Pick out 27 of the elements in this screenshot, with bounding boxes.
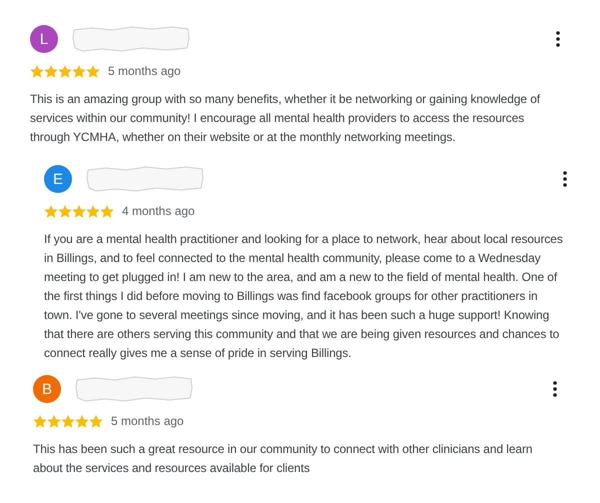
star-icon <box>89 414 103 428</box>
star-icon <box>33 414 47 428</box>
review-time: 5 months ago <box>111 414 184 428</box>
avatar: B <box>33 375 61 403</box>
star-icon <box>47 414 61 428</box>
star-icon <box>61 414 75 428</box>
star-icon <box>75 414 89 428</box>
avatar: E <box>44 165 72 193</box>
star-icon <box>86 204 100 218</box>
star-icon <box>72 204 86 218</box>
review-text: This has been such a great resource in our community to connect with other clinicians and learn about the services and resources available for clients <box>33 441 534 477</box>
avatar: L <box>30 25 58 53</box>
star-icon <box>44 204 58 218</box>
star-icon <box>44 64 58 78</box>
star-icon <box>86 64 100 78</box>
more-options-icon[interactable] <box>563 171 567 187</box>
review-text: This is an amazing group with so many benefits, whether it be networking or gaining knowledge of services within our community! I encourage all mental health providers to access the resources through YCMHA, whether on their website or at the monthly networking meetings. <box>30 91 542 146</box>
star-icon <box>30 64 44 78</box>
star-icon <box>58 64 72 78</box>
star-icon <box>72 64 86 78</box>
review-time: 4 months ago <box>122 204 195 218</box>
star-icon <box>58 204 72 218</box>
more-options-icon[interactable] <box>556 31 560 47</box>
more-options-icon[interactable] <box>553 381 557 397</box>
review-text: If you are a mental health practitioner and looking for a place to network, hear about local resources in Billings, and to feel connected to the mental health community, please come to a Wednesday meeting to get plugged in! I am new to the area, and am a new to the field of mental health. One of the first things I did before moving to Billings was find facebook groups for other practitioners in town. I've gone to several meetings since moving, and it has been such a huge support! Knowing that there are others serving this community and that we are being given resources and chances to connect really gives me a sense of pride in serving Billings. <box>44 231 564 362</box>
review-time: 5 months ago <box>108 64 181 78</box>
star-icon <box>100 204 114 218</box>
